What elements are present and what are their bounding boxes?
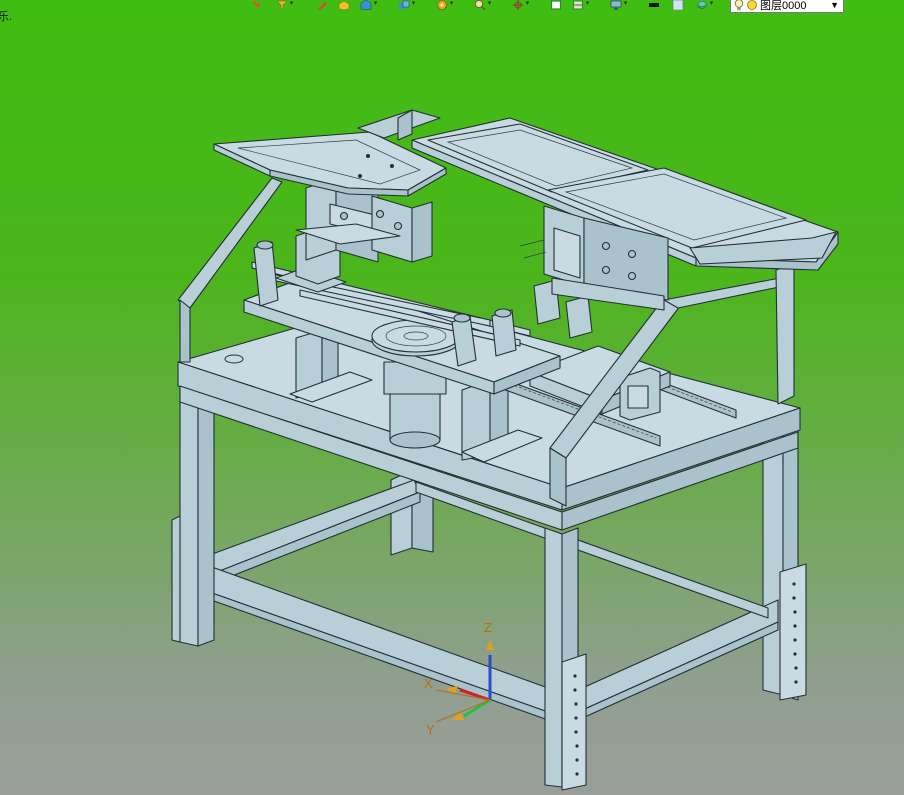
triad-y-label: Y bbox=[426, 722, 435, 737]
triad-x-label: X bbox=[424, 676, 433, 691]
cad-viewport[interactable]: .f { fill:#b9cfd8; stroke:#233035; strok… bbox=[0, 0, 904, 795]
frame-lower-stretchers bbox=[195, 479, 779, 721]
left-lid bbox=[213, 131, 447, 197]
frame-front-left-leg bbox=[171, 391, 215, 647]
triad-z-label: Z bbox=[484, 620, 492, 635]
